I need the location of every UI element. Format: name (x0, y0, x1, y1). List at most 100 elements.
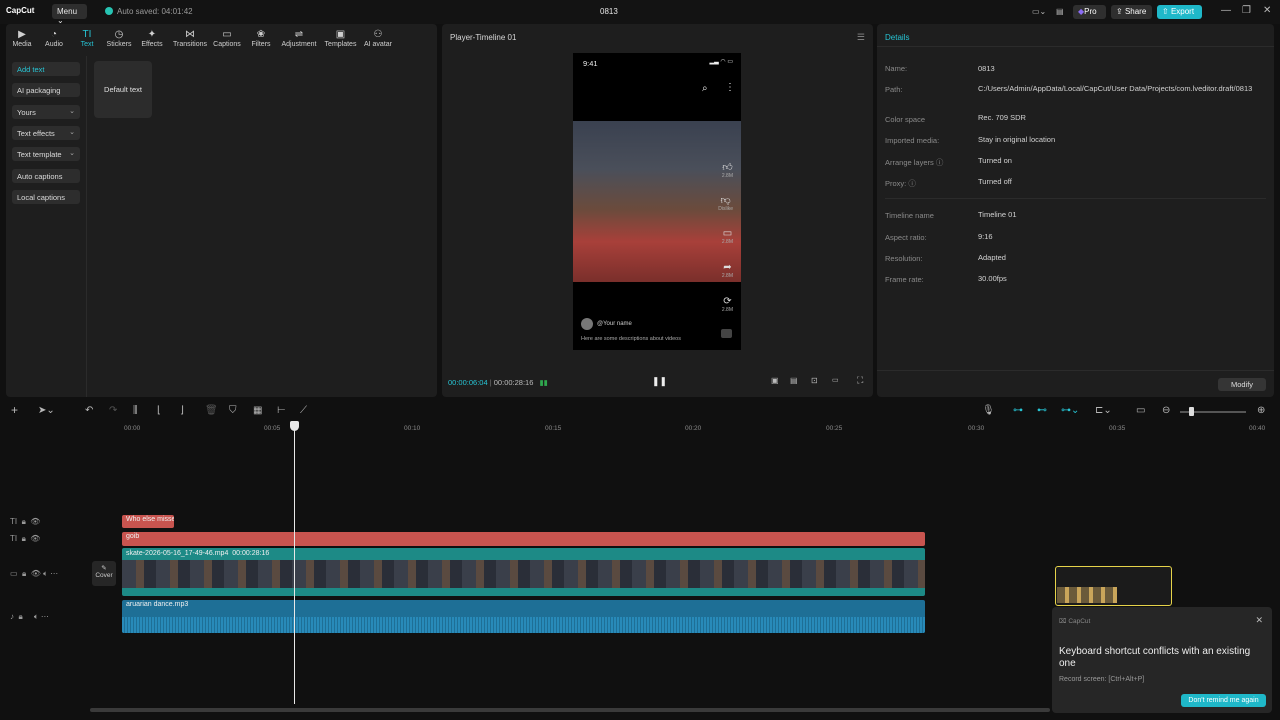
marker-icon[interactable]: ⛉ (229, 405, 237, 416)
sidebar-item-auto-captions[interactable]: Auto captions (12, 169, 80, 183)
trim-left-icon[interactable]: ⌊ (157, 405, 161, 416)
ruler-tick: 00:25 (826, 425, 843, 432)
export-button[interactable]: ⇧ Export (1157, 5, 1202, 19)
lock-icon[interactable]: 🔒︎ (22, 517, 26, 526)
shortcut-panel-icon[interactable]: ▤ (1051, 5, 1069, 19)
like-icon: 👍︎ 2.8M (721, 162, 733, 179)
undo-icon[interactable]: ↶ (85, 405, 93, 416)
eye-icon[interactable]: 👁︎ (30, 517, 40, 526)
toast-detail: Record screen: [Ctrl+Alt+P] (1059, 676, 1145, 683)
preview-axis-icon[interactable]: ⊏⌄ (1095, 405, 1112, 416)
tool-audio[interactable]: ◔ Audio (38, 28, 70, 50)
quality-icon[interactable]: ▤ (790, 376, 798, 385)
dont-remind-button[interactable]: Don't remind me again (1181, 694, 1266, 707)
close-window-icon[interactable]: ✕ (1263, 5, 1271, 16)
video-clip[interactable]: skate-2026-05-16_17-49-46.mp4 00:00:28:1… (122, 548, 925, 596)
volume-icon[interactable]: 🔈︎ (34, 612, 39, 621)
sidebar-item-text-template[interactable]: Text template ⌄ (12, 147, 80, 161)
tool-text[interactable]: TI Text (71, 28, 103, 50)
ruler-tick: 00:40 (1249, 425, 1266, 432)
ruler-tick: 00:20 (685, 425, 702, 432)
sidebar-item-add-text[interactable]: Add text (12, 62, 80, 76)
microphone-icon[interactable]: 🎙︎ (982, 405, 995, 416)
audio-clip[interactable]: aruarian dance.mp3 (122, 600, 925, 633)
lock-icon[interactable]: 🔒︎ (22, 569, 26, 578)
tool-stickers[interactable]: ◷ Stickers (103, 28, 135, 50)
timeline-horizontal-scrollbar[interactable] (90, 708, 1050, 712)
video-thumbnails (122, 560, 925, 588)
pause-icon[interactable]: ❚❚ (652, 376, 667, 387)
ruler-tick: 00:10 (404, 425, 421, 432)
cover-button[interactable]: ✎ Cover (92, 561, 116, 586)
linkage-icon[interactable]: ⊶⌄ (1061, 405, 1079, 416)
tool-label: Adjustment (281, 41, 317, 48)
modify-button[interactable]: Modify (1218, 378, 1266, 391)
default-text-card[interactable]: Default text (94, 61, 152, 118)
text-icon: TI (82, 29, 92, 40)
lock-icon[interactable]: 🔒︎ (18, 612, 22, 621)
zoom-out-icon[interactable]: ⊖ (1162, 405, 1170, 416)
redo-icon[interactable]: ↷ (109, 405, 117, 416)
hamburger-menu-icon[interactable]: ☰ (857, 32, 865, 43)
info-icon[interactable]: ⓘ (908, 179, 916, 188)
sidebar-item-local-captions[interactable]: Local captions (12, 190, 80, 204)
delete-icon[interactable]: 🗑︎ (205, 405, 218, 416)
tool-captions[interactable]: ▭ Captions (211, 28, 243, 50)
magic-icon[interactable]: ⟋ (300, 405, 307, 416)
more-horizontal-icon[interactable]: ⋯ (50, 569, 58, 578)
zoom-in-icon[interactable]: ⊕ (1257, 405, 1265, 416)
freeze-icon[interactable]: ▦ (253, 405, 262, 416)
extend-icon[interactable]: ⊢ (277, 405, 286, 416)
tool-filters[interactable]: ❀ Filters (245, 28, 277, 50)
link-main-track-icon[interactable]: ⊶ (1013, 405, 1023, 416)
caption-icon[interactable]: ▭ (1136, 405, 1145, 416)
tool-templates[interactable]: ▣ Templates (322, 28, 359, 50)
fullscreen-icon[interactable]: ⛶ (857, 375, 863, 386)
chevron-down-icon: ⌄ (69, 150, 75, 157)
eye-icon[interactable]: 👁︎ (31, 569, 41, 578)
minimize-icon[interactable]: — (1221, 5, 1231, 16)
tool-effects[interactable]: ✦ Effects (136, 28, 168, 50)
cover-label: Cover (95, 572, 113, 579)
menu-button[interactable]: Menu ⌄ (52, 4, 87, 25)
layout-icon[interactable]: ▭⌄ (1027, 5, 1047, 19)
sidebar-item-text-effects[interactable]: Text effects ⌄ (12, 126, 80, 140)
video-preview[interactable]: 9:41 ▂▃ ◠ ▭ ⌕ ⋮ 👍︎ 2.8M 👎︎ Dislike ▭ 2.8M ➦… (573, 53, 741, 350)
more-horizontal-icon[interactable]: ⋯ (41, 612, 49, 621)
volume-icon[interactable]: 🔈︎ (43, 569, 48, 578)
text-clip[interactable]: goib (122, 532, 925, 546)
cloud-check-icon (105, 7, 113, 15)
tool-ai-avatar[interactable]: ⚇ AI avatar (361, 28, 395, 50)
snap-icon[interactable]: ⊷ (1037, 405, 1047, 416)
detail-key: Timeline name (885, 211, 934, 220)
info-icon[interactable]: ⓘ (936, 158, 944, 167)
text-clip[interactable]: Who else misse (122, 515, 174, 528)
sidebar-item-ai-packaging[interactable]: AI packaging (12, 83, 80, 97)
frame-icon[interactable]: ▣ (771, 376, 779, 385)
toast-app-label: CapCut (1068, 618, 1091, 625)
zoom-fit-icon[interactable]: ⊡ (811, 376, 818, 385)
tool-adjustment[interactable]: ⇌ Adjustment (279, 28, 319, 50)
close-icon[interactable]: ✕ (1255, 615, 1263, 626)
video-track-icon: ▭ (10, 569, 18, 578)
detail-value: Stay in original location (978, 135, 1056, 144)
sidebar-item-yours[interactable]: Yours ⌄ (12, 105, 80, 119)
select-cursor-icon[interactable]: ➤⌄ (38, 405, 55, 416)
ratio-icon[interactable]: ▭ (832, 376, 839, 384)
split-icon[interactable]: ⫼ (133, 405, 138, 416)
playhead[interactable] (294, 422, 295, 704)
trim-right-icon[interactable]: ⌋ (180, 405, 184, 416)
pro-button[interactable]: ◆Pro (1073, 5, 1106, 19)
detail-key: Aspect ratio: (885, 233, 927, 242)
restore-icon[interactable]: ❐ (1242, 5, 1251, 16)
lock-icon[interactable]: 🔒︎ (22, 534, 26, 543)
zoom-slider-handle[interactable] (1189, 407, 1194, 416)
detail-value: Timeline 01 (978, 210, 1017, 219)
tool-media[interactable]: ▶ Media (6, 28, 38, 50)
time-ruler[interactable]: 00:00 00:05 00:10 00:15 00:20 00:25 00:3… (0, 422, 1280, 434)
tool-transitions[interactable]: ⋈ Transitions (172, 28, 208, 50)
share-button[interactable]: ⇪ Share (1111, 5, 1152, 19)
audio-track-icon: ♪ (10, 612, 14, 621)
eye-icon[interactable]: 👁︎ (30, 534, 40, 543)
add-track-icon[interactable]: + (11, 403, 18, 417)
